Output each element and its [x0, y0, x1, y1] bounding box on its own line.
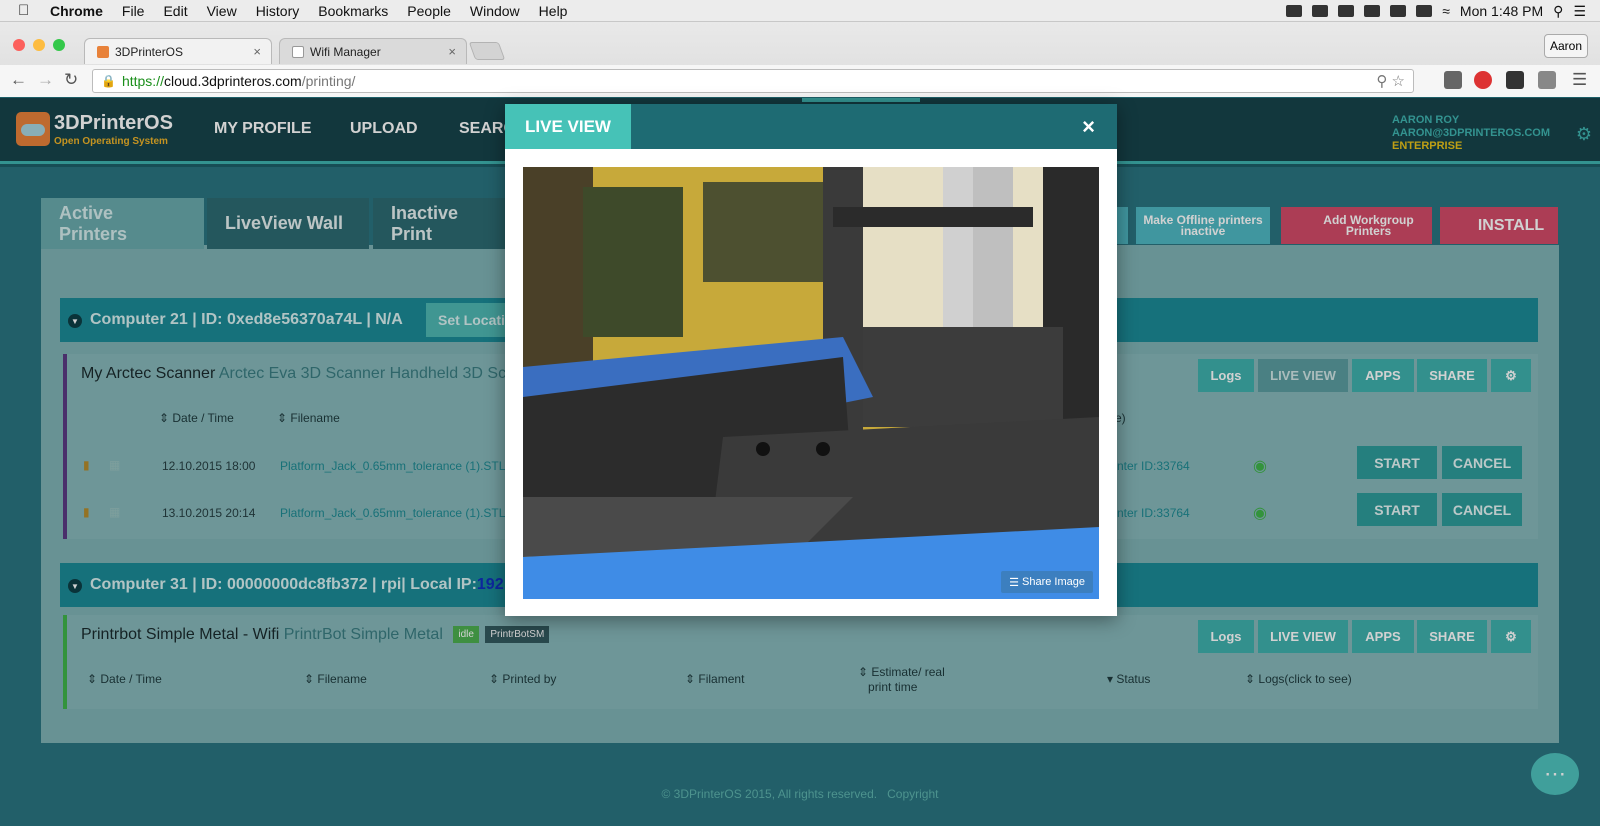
wifi-icon[interactable]: ≈ — [1442, 3, 1450, 19]
profile-button[interactable]: Aaron — [1544, 34, 1588, 58]
dropbox-icon[interactable] — [1390, 5, 1407, 17]
menu-chrome[interactable]: Chrome — [50, 3, 103, 19]
zoom-window-button[interactable] — [53, 39, 65, 51]
evernote-icon[interactable] — [1338, 5, 1355, 17]
airplay-icon[interactable] — [1416, 5, 1433, 17]
modal-header: LIVE VIEW × — [505, 104, 1117, 149]
modal-title: LIVE VIEW — [505, 104, 631, 149]
share-image-label: Share Image — [1022, 576, 1085, 588]
menu-help[interactable]: Help — [539, 3, 568, 19]
chrome-menu-icon[interactable]: ☰ — [1572, 70, 1587, 90]
new-tab-button[interactable] — [468, 42, 506, 60]
share-image-button[interactable]: ☰ Share Image — [1001, 571, 1093, 593]
layers-icon: ☰ — [1009, 576, 1023, 589]
browser-chrome: 3DPrinterOS × Wifi Manager × Aaron ← → ↻… — [0, 22, 1600, 97]
url-host: cloud.3dprinteros.com — [163, 73, 302, 89]
drive-icon[interactable] — [1312, 5, 1329, 17]
airmail-icon[interactable] — [1286, 5, 1303, 17]
address-bar[interactable]: 🔒 https:// cloud.3dprinteros.com /printi… — [92, 69, 1414, 93]
tab-label: Wifi Manager — [310, 44, 381, 59]
minimize-window-button[interactable] — [33, 39, 45, 51]
menu-file[interactable]: File — [122, 3, 145, 19]
live-view-modal: LIVE VIEW × ☰ Share Image — [505, 104, 1117, 616]
clock[interactable]: Mon 1:48 PM — [1460, 3, 1543, 19]
tab-wifi-manager[interactable]: Wifi Manager × — [279, 38, 467, 64]
tab-3dprinteros[interactable]: 3DPrinterOS × — [84, 38, 272, 64]
close-icon[interactable]: × — [1082, 114, 1095, 140]
menu-history[interactable]: History — [256, 3, 300, 19]
browser-toolbar: ← → ↻ 🔒 https:// cloud.3dprinteros.com /… — [0, 65, 1600, 97]
menu-view[interactable]: View — [207, 3, 237, 19]
tab-label: 3DPrinterOS — [115, 44, 184, 59]
camera-frame — [523, 167, 1099, 599]
close-tab-icon[interactable]: × — [253, 44, 261, 59]
notification-center-icon[interactable]: ☰ — [1573, 3, 1586, 20]
close-tab-icon[interactable]: × — [448, 44, 456, 59]
menu-people[interactable]: People — [407, 3, 451, 19]
menu-edit[interactable]: Edit — [163, 3, 187, 19]
adblock-icon[interactable] — [1474, 71, 1492, 89]
3dprinteros-favicon — [97, 45, 109, 58]
messages-icon[interactable] — [1364, 5, 1381, 17]
buffer-icon[interactable] — [1506, 71, 1524, 89]
status-tray: ≈ Mon 1:48 PM ⚲ ☰ — [1286, 0, 1586, 22]
page-favicon — [292, 45, 304, 58]
reload-icon[interactable]: ↻ — [64, 70, 78, 90]
back-icon[interactable]: ← — [10, 70, 27, 90]
spotlight-icon[interactable]: ⚲ — [1553, 3, 1563, 20]
macos-menubar:  Chrome File Edit View History Bookmark… — [0, 0, 1600, 22]
camera-feed-image: ☰ Share Image — [523, 167, 1099, 599]
apple-icon[interactable]:  — [18, 2, 36, 19]
forward-icon[interactable]: → — [37, 70, 54, 90]
extension-icon[interactable] — [1444, 71, 1462, 89]
url-path: /printing/ — [301, 73, 356, 89]
cast-icon[interactable] — [1538, 71, 1556, 89]
lock-icon: 🔒 — [101, 74, 116, 88]
menu-bookmarks[interactable]: Bookmarks — [318, 3, 388, 19]
url-scheme: https:// — [121, 73, 164, 89]
bookmark-star-icon[interactable]: ⚲ ☆ — [1376, 72, 1405, 90]
close-window-button[interactable] — [13, 39, 25, 51]
menu-window[interactable]: Window — [470, 3, 520, 19]
